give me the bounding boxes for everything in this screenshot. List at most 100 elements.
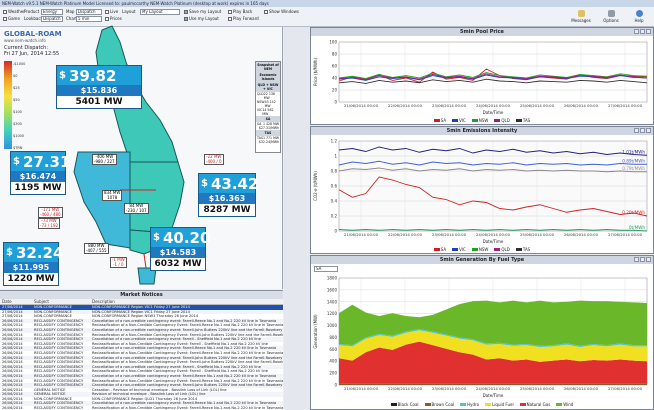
window-controls	[634, 29, 651, 34]
legend-label: NSW	[478, 247, 489, 252]
weather-toggle[interactable]: Weather	[3, 9, 25, 14]
nsw-price: 43.42	[210, 174, 259, 193]
x-tick-label: 27/06/2014 00:00	[608, 386, 643, 391]
legend-label: TAS	[522, 118, 531, 123]
save-layout-button[interactable]: Save my Layout	[184, 9, 221, 14]
legend-swatch	[433, 119, 440, 122]
play-back-button[interactable]: Play Back	[228, 9, 252, 14]
map-select[interactable]: Dispatch	[76, 9, 102, 15]
interconnector-flow[interactable]: -406 MW -980 / 227	[92, 154, 117, 165]
legend-entry[interactable]: Brown Coal	[424, 402, 454, 407]
legend-entry[interactable]: NSW	[471, 118, 488, 123]
region-tas-price-box[interactable]: $32.24 $11.995 1220 MW	[3, 242, 63, 286]
legend-entry[interactable]: TAS	[515, 247, 530, 252]
window-title-bar: NEM-Watch v9.5.1 NEM-Watch Platinum Mode…	[0, 0, 654, 7]
economic-islands-panel: Snapshot of NEM Economic Islands QLD + N…	[255, 61, 281, 153]
product-label: Product	[24, 9, 40, 14]
x-tick-label: 22/06/2014 00:00	[388, 386, 423, 391]
x-tick-label: 21/06/2014 00:00	[344, 386, 379, 391]
interconnector-flow[interactable]: -1 MW -1 / 0	[110, 257, 127, 268]
y-tick-label: 1600	[327, 287, 338, 292]
col-subject[interactable]: Subject	[34, 299, 92, 304]
legend-tick-label: $25	[13, 86, 20, 90]
market-notices-list: 27/06/2014 NON-CONFORMANCE NON-CONFORMANCE…	[0, 305, 283, 410]
notice-row[interactable]: 26/06/2014 RECLASSIFY CONTINGENCY Reclassi…	[0, 406, 283, 410]
game-toggle[interactable]: Game	[3, 16, 20, 21]
legend-swatch	[515, 248, 522, 251]
region-qld-price-box[interactable]: $39.82 $15.836 5401 MW	[56, 65, 142, 109]
y-tick-label: 1000	[327, 323, 338, 328]
legend-entry[interactable]: SA	[433, 118, 446, 123]
x-tick-label: 25/06/2014 00:00	[520, 386, 555, 391]
chart-title: 5min Generation By Fuel Type	[311, 256, 653, 264]
use-layout-button[interactable]: Use my Layout	[184, 16, 219, 21]
legend-entry[interactable]: Black Coal	[390, 402, 419, 407]
close-icon[interactable]	[646, 257, 651, 262]
minimize-icon[interactable]	[634, 128, 639, 133]
legend-entry[interactable]: VIC	[452, 118, 466, 123]
region-sa-price-box[interactable]: $27.31 $16.474 1195 MW	[10, 151, 70, 195]
product-select[interactable]: Energy	[41, 9, 63, 15]
legend-entry[interactable]: QLD	[494, 247, 510, 252]
map-nsw[interactable]	[129, 161, 185, 233]
y-tick-label: 1200	[327, 311, 338, 316]
legend-entry[interactable]: SA	[433, 247, 446, 252]
close-icon[interactable]	[646, 128, 651, 133]
messages-button[interactable]: Messages	[570, 10, 592, 24]
legend-entry[interactable]: QLD	[494, 118, 510, 123]
play-forward-button[interactable]: Play Forward	[228, 16, 259, 21]
economic-row: NSW 43 142 MW	[257, 100, 276, 108]
col-date[interactable]: Date	[0, 299, 34, 304]
x-axis-label: Date/Time	[483, 393, 504, 398]
y-tick-label: 400	[329, 359, 337, 364]
interconnector-flow[interactable]: -22 MW -400 / 0	[204, 154, 224, 165]
legend-entry[interactable]: Liquid Fuel	[485, 402, 514, 407]
play-forward-icon	[228, 17, 232, 21]
help-button[interactable]: Help	[628, 10, 650, 24]
layout-select[interactable]: My Layout	[140, 9, 180, 15]
envelope-icon	[577, 10, 585, 17]
notice-date: 26/06/2014	[2, 406, 23, 410]
legend-tick-label: $TRN	[13, 146, 23, 150]
sa-price: 27.31	[22, 152, 71, 171]
maximize-icon[interactable]	[640, 29, 645, 34]
interconnector-flow[interactable]: 834 MW 1078	[102, 190, 123, 201]
close-icon[interactable]	[646, 29, 651, 34]
x-tick-label: 24/06/2014 00:00	[476, 386, 511, 391]
y-tick-label: 40	[332, 76, 338, 81]
options-button[interactable]: Options	[600, 10, 622, 24]
maximize-icon[interactable]	[640, 128, 645, 133]
y-tick-label: 800	[329, 335, 337, 340]
show-windows-toggle[interactable]: Show Windows	[264, 9, 299, 14]
legend-entry[interactable]: TAS	[515, 118, 531, 123]
vic-avg-price: $14.583	[151, 247, 205, 258]
y-tick-label: 20	[332, 88, 338, 93]
region-vic-price-box[interactable]: $40.20 $14.583 6032 MW	[150, 227, 210, 271]
maximize-icon[interactable]	[640, 257, 645, 262]
y-tick-label: 100	[329, 40, 337, 45]
col-description[interactable]: Description	[92, 299, 283, 304]
legend-entry[interactable]: Hydro	[460, 402, 479, 407]
x-tick-label: 26/06/2014 00:00	[564, 232, 599, 237]
minimize-icon[interactable]	[634, 257, 639, 262]
prices-toggle[interactable]: Prices	[105, 16, 122, 21]
legend-entry[interactable]: Wind	[556, 402, 573, 407]
legend-tick-label: $50	[13, 98, 20, 102]
interconnector-flow[interactable]: -171 MW -460 / 480	[38, 207, 63, 218]
region-select[interactable]: SA	[314, 266, 338, 272]
sa-avg-price: $16.474	[11, 171, 65, 182]
legend-entry[interactable]: Natural Gas	[519, 402, 550, 407]
region-nsw-price-box[interactable]: $43.42 $16.363 8287 MW	[198, 173, 259, 217]
legend-entry[interactable]: NSW	[471, 247, 489, 252]
legend-entry[interactable]: VIC	[452, 247, 466, 252]
emissions-chart: 0 0.2 0.4 0.6 0.8 1 1.2 21/06/2014 00:00 22/06/2…	[313, 139, 648, 244]
play-back-icon	[228, 10, 232, 14]
emissions-legend: SA VIC NSW QLD TAS	[311, 247, 653, 252]
interconnector-flow[interactable]: -73 MW -73 / 192	[38, 218, 61, 229]
legend-tick-label: $100	[13, 110, 22, 114]
minimize-icon[interactable]	[634, 29, 639, 34]
interconnector-flow[interactable]: 84 MW -230 / 107	[124, 203, 149, 214]
legend-swatch	[515, 119, 522, 122]
interconnector-flow[interactable]: 880 MW -407 / 555	[84, 243, 109, 254]
live-toggle[interactable]: Live	[105, 9, 118, 14]
